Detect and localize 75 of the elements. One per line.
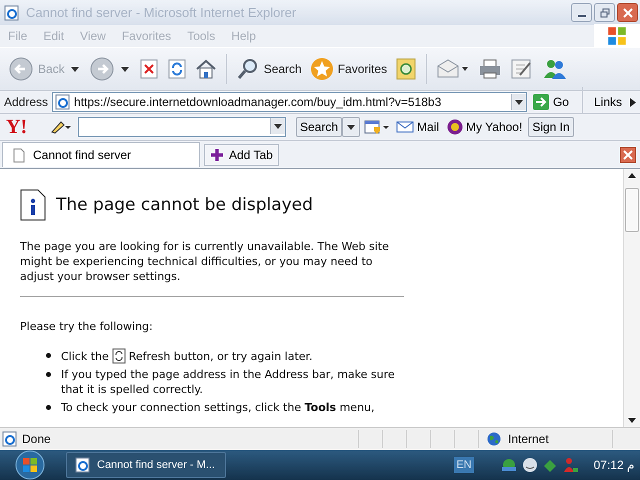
page-icon bbox=[2, 431, 18, 447]
sign-in-button[interactable]: Sign In bbox=[528, 117, 574, 137]
instructions-heading: Please try the following: bbox=[20, 319, 154, 334]
close-icon bbox=[623, 150, 633, 160]
dropdown-button[interactable] bbox=[510, 94, 526, 110]
search-button[interactable]: Search bbox=[234, 55, 304, 83]
minimize-icon bbox=[578, 14, 586, 16]
network-icon[interactable] bbox=[500, 457, 518, 473]
history-icon bbox=[395, 57, 418, 81]
error-heading: The page cannot be displayed bbox=[56, 195, 313, 215]
refresh-icon bbox=[166, 58, 187, 80]
plus-icon bbox=[210, 148, 224, 162]
instruction-text: Refresh button, or try again later. bbox=[128, 348, 313, 364]
person-icon[interactable] bbox=[562, 457, 578, 473]
go-button[interactable]: Go bbox=[530, 94, 575, 110]
taskbar-button[interactable]: Cannot find server - M... bbox=[66, 452, 226, 478]
chevron-icon[interactable] bbox=[630, 98, 636, 106]
printer-icon bbox=[478, 58, 502, 80]
caret-icon bbox=[514, 100, 523, 104]
restore-icon bbox=[600, 8, 610, 18]
stop-icon bbox=[138, 58, 159, 80]
envelope-icon bbox=[436, 58, 470, 80]
up-arrow-icon[interactable] bbox=[628, 173, 636, 178]
close-button[interactable] bbox=[617, 3, 638, 22]
refresh-icon bbox=[112, 348, 126, 364]
mail-link[interactable]: Mail bbox=[394, 120, 442, 134]
vertical-scrollbar[interactable] bbox=[623, 169, 640, 427]
restore-button[interactable] bbox=[594, 3, 615, 22]
dropdown-button[interactable] bbox=[342, 117, 360, 137]
smiley-icon[interactable] bbox=[522, 457, 538, 473]
caret-icon bbox=[347, 124, 356, 130]
down-arrow-icon[interactable] bbox=[628, 418, 636, 423]
instruction-text: To check your connection settings, click the Tools menu, bbox=[61, 400, 375, 415]
favorites-button[interactable]: Favorites bbox=[308, 55, 390, 83]
pencil-icon[interactable] bbox=[50, 120, 72, 134]
envelope-icon bbox=[396, 121, 414, 133]
ie-icon bbox=[4, 4, 20, 20]
my-yahoo-link[interactable]: My Yahoo! bbox=[445, 119, 524, 135]
page-icon bbox=[55, 94, 72, 110]
browser-tab[interactable]: Cannot find server bbox=[2, 142, 200, 167]
search-field[interactable] bbox=[78, 117, 286, 137]
instruction-text: If you typed the page address in the Address bar, make sure that it is spelled correctly. bbox=[61, 367, 396, 397]
links-button[interactable]: Links bbox=[590, 95, 626, 109]
ie-icon bbox=[75, 457, 91, 473]
dropdown-arrow-icon[interactable] bbox=[70, 66, 79, 72]
arrow-icon bbox=[532, 94, 549, 110]
scroll-thumb[interactable] bbox=[625, 188, 639, 232]
page-icon bbox=[13, 148, 25, 162]
people-icon bbox=[542, 57, 568, 81]
search-icon bbox=[236, 57, 260, 81]
bullet-icon bbox=[46, 353, 51, 358]
error-message: The page you are looking for is currently unavailable. The Web site might be experiencing technical difficulties, or you may need to adjust your browser settings. bbox=[20, 239, 390, 284]
minimize-button[interactable] bbox=[571, 3, 592, 22]
caret-icon bbox=[274, 124, 282, 128]
info-icon bbox=[20, 189, 46, 221]
zone-indicator: Internet bbox=[478, 430, 612, 448]
add-tab-button[interactable]: Add Tab bbox=[204, 144, 279, 166]
window-shield-icon[interactable] bbox=[364, 119, 390, 135]
globe-icon bbox=[487, 432, 501, 446]
dropdown-arrow-icon[interactable] bbox=[120, 66, 129, 72]
circle-icon bbox=[447, 119, 464, 135]
window-title: Cannot find server - Microsoft Internet Explorer bbox=[26, 5, 298, 20]
instruction-text: Click the bbox=[61, 348, 109, 364]
address-field[interactable]: https://secure.internetdownloadmanager.com/buy_idm.html?v=518b3 bbox=[52, 92, 527, 112]
clock[interactable]: 07:12 م bbox=[594, 458, 634, 472]
house-icon bbox=[194, 58, 217, 80]
close-icon bbox=[622, 8, 632, 18]
close-tab-button[interactable] bbox=[620, 146, 636, 162]
yahoo-logo[interactable]: Y! bbox=[6, 116, 46, 138]
search-button[interactable]: Search bbox=[296, 117, 342, 137]
status-text: Done bbox=[0, 431, 358, 447]
address-label: Address bbox=[4, 95, 48, 109]
bullet-icon bbox=[46, 372, 51, 377]
download-icon[interactable] bbox=[542, 457, 558, 473]
bullet-icon bbox=[46, 405, 51, 410]
